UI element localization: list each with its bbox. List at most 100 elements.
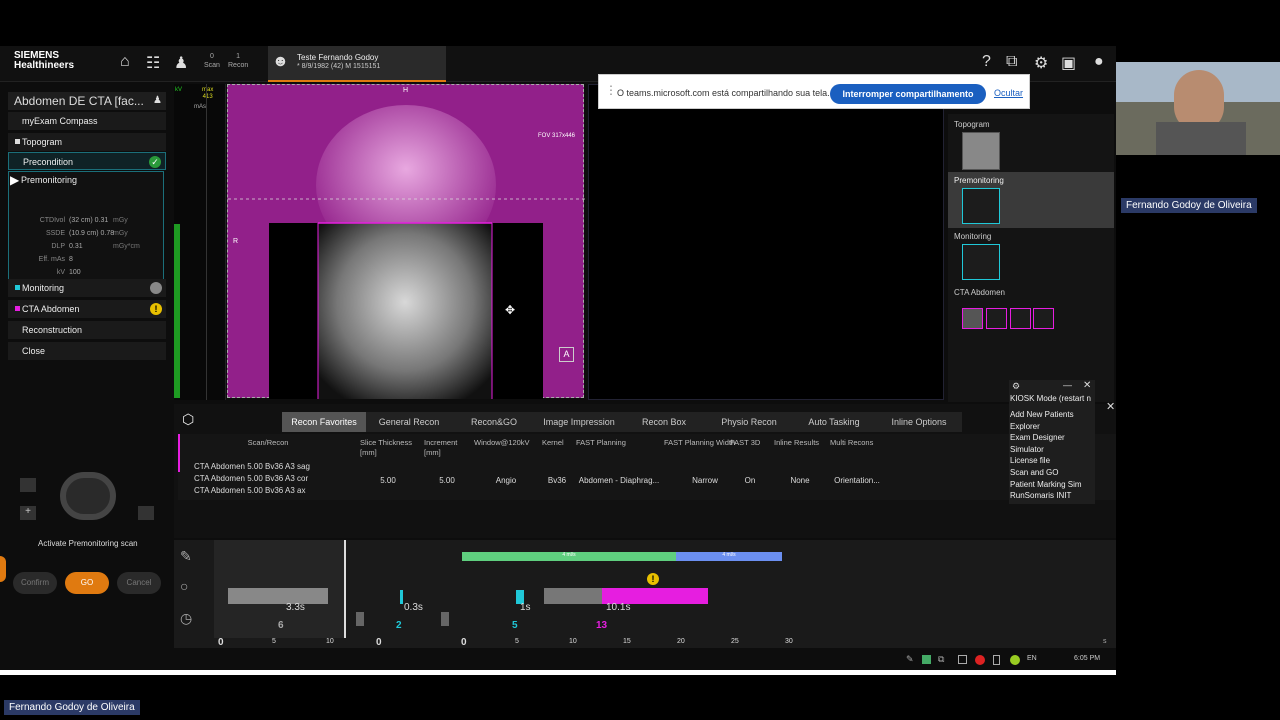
- staff-icon[interactable]: ♟: [174, 53, 188, 73]
- monitoring-thumb[interactable]: [962, 244, 1000, 280]
- delay-bar[interactable]: [544, 588, 602, 604]
- param-unit: mGy: [113, 217, 128, 224]
- cta-thumb-1[interactable]: [962, 308, 983, 329]
- minimize-icon[interactable]: —: [1063, 380, 1072, 390]
- cradle-up-icon[interactable]: [20, 478, 36, 492]
- time-cursor[interactable]: [344, 540, 346, 638]
- recon-name[interactable]: CTA Abdomen 5.00 Bv36 A3 sag: [194, 462, 310, 471]
- tab-1[interactable]: General Recon: [366, 412, 452, 432]
- status-icon[interactable]: [1010, 655, 1020, 665]
- tab-4[interactable]: Recon Box: [622, 412, 706, 432]
- topogram-thumb[interactable]: [962, 132, 1000, 170]
- drag-handle-icon[interactable]: ⋮: [605, 83, 617, 97]
- param-key: Eff. mAs: [38, 256, 65, 263]
- syringe-icon[interactable]: ✎: [180, 548, 192, 565]
- close-icon[interactable]: ✕: [1083, 380, 1091, 391]
- recon-value[interactable]: None: [774, 476, 826, 485]
- user-icon[interactable]: ●: [1094, 53, 1104, 71]
- patient-tab[interactable]: ☻ Teste Fernando Godoy * 8/9/1982 (42) M…: [268, 46, 446, 82]
- clock[interactable]: 6:05 PM: [1074, 655, 1100, 662]
- scan-number: 2: [396, 620, 402, 631]
- system-tray: ✎ ⧉ EN 6:05 PM: [900, 652, 1116, 668]
- pause-icon-2[interactable]: [441, 612, 449, 626]
- tab-3[interactable]: Image Impression: [536, 412, 622, 432]
- anterior-marker[interactable]: A: [559, 347, 574, 362]
- cta-thumb-3[interactable]: [1010, 308, 1031, 329]
- topogram-viewport[interactable]: H R FOV 317x446 A ✥: [227, 84, 585, 399]
- recon-value[interactable]: 5.00: [424, 476, 470, 485]
- kiosk-menu: ⚙ — ✕ KIOSK Mode (restart n Add New Pati…: [1009, 380, 1095, 504]
- cradle-down-icon[interactable]: [138, 506, 154, 520]
- go-button[interactable]: GO: [65, 572, 109, 594]
- gantry-icon: [60, 472, 116, 520]
- kiosk-item[interactable]: Patient Marking Sim: [1010, 480, 1082, 489]
- clock-icon[interactable]: ◷: [180, 610, 192, 627]
- add-icon[interactable]: +: [20, 506, 36, 520]
- kiosk-dismiss-icon[interactable]: ✕: [1106, 400, 1115, 413]
- help-icon[interactable]: ?: [982, 53, 991, 71]
- premon-marker[interactable]: [400, 590, 403, 604]
- recon-name[interactable]: CTA Abdomen 5.00 Bv36 A3 ax: [194, 486, 305, 495]
- secondary-viewport[interactable]: [588, 84, 944, 400]
- contrast-flow-1[interactable]: 4 ml/s: [462, 552, 676, 561]
- kiosk-item[interactable]: Exam Designer: [1010, 433, 1065, 442]
- lasso-icon[interactable]: ○: [180, 578, 188, 594]
- toolbox-icon[interactable]: ▣: [1061, 53, 1076, 73]
- mycompass-item[interactable]: myExam Compass: [8, 112, 166, 130]
- recon-value[interactable]: On: [730, 476, 770, 485]
- kiosk-item[interactable]: Simulator: [1010, 445, 1044, 454]
- exam-title[interactable]: Abdomen DE CTA [fac... ♟: [8, 92, 166, 110]
- recon-value[interactable]: Bv36: [542, 476, 572, 485]
- reconstruction-item[interactable]: Reconstruction: [8, 321, 166, 339]
- param-row: CTDIvol (32 cm) 0.31 mGy: [11, 217, 161, 229]
- recon-value[interactable]: Angio: [474, 476, 538, 485]
- cta-thumb-2[interactable]: [986, 308, 1007, 329]
- cube-icon[interactable]: ⬡: [182, 411, 200, 429]
- monitoring-item[interactable]: Monitoring: [8, 279, 166, 297]
- tab-7[interactable]: Inline Options: [876, 412, 962, 432]
- window-icon[interactable]: ⧉: [1006, 53, 1017, 71]
- tab-5[interactable]: Physio Recon: [706, 412, 792, 432]
- timeline-warning-icon: !: [647, 573, 659, 585]
- stop-sharing-button[interactable]: Interromper compartilhamento: [830, 84, 986, 104]
- network-icon[interactable]: ⧉: [938, 654, 944, 665]
- kiosk-item[interactable]: Scan and GO: [1010, 468, 1058, 477]
- cta-thumb-4[interactable]: [1033, 308, 1054, 329]
- close-item[interactable]: Close: [8, 342, 166, 360]
- premonitoring-label[interactable]: Premonitoring: [21, 175, 77, 185]
- tab-0[interactable]: Recon Favorites: [282, 412, 366, 432]
- window-tray-icon[interactable]: [958, 655, 967, 664]
- tab-6[interactable]: Auto Tasking: [792, 412, 876, 432]
- language-indicator[interactable]: EN: [1027, 655, 1037, 662]
- pause-icon-1[interactable]: [356, 612, 364, 626]
- premonitoring-thumb[interactable]: [962, 188, 1000, 224]
- topogram-item[interactable]: Topogram: [8, 133, 166, 151]
- recon-name[interactable]: CTA Abdomen 5.00 Bv36 A3 cor: [194, 474, 308, 483]
- cta-heading: CTA Abdomen: [954, 288, 1005, 297]
- kiosk-item[interactable]: License file: [1010, 456, 1050, 465]
- param-value: 100: [69, 269, 81, 276]
- topogram-bar[interactable]: [228, 588, 328, 604]
- record-icon[interactable]: [975, 655, 985, 665]
- gear-icon[interactable]: ⚙: [1034, 53, 1048, 73]
- battery-icon[interactable]: [993, 655, 1000, 665]
- param-unit: mGy*cm: [113, 243, 140, 250]
- confirm-button[interactable]: Confirm: [13, 572, 57, 594]
- recon-value[interactable]: 5.00: [360, 476, 416, 485]
- axis-tick: 10: [326, 638, 334, 645]
- hide-link[interactable]: Ocultar: [994, 88, 1023, 98]
- app-icon[interactable]: [922, 655, 931, 664]
- recon-value[interactable]: Abdomen - Diaphrag...: [576, 476, 662, 485]
- recon-value[interactable]: Orientation...: [830, 476, 884, 485]
- contrast-flow-2[interactable]: 4 ml/s: [676, 552, 782, 561]
- precondition-item[interactable]: Precondition ✓: [8, 152, 166, 170]
- kiosk-item[interactable]: Add New Patients: [1010, 410, 1074, 419]
- kv-level-bar: [174, 224, 180, 398]
- tab-2[interactable]: Recon&GO: [452, 412, 536, 432]
- pen-icon[interactable]: ✎: [906, 654, 914, 665]
- kiosk-item[interactable]: Explorer: [1010, 422, 1040, 431]
- kiosk-item[interactable]: RunSomaris INIT: [1010, 491, 1071, 500]
- cta-item[interactable]: CTA Abdomen!: [8, 300, 166, 318]
- side-handle[interactable]: [0, 556, 6, 582]
- cancel-button[interactable]: Cancel: [117, 572, 161, 594]
